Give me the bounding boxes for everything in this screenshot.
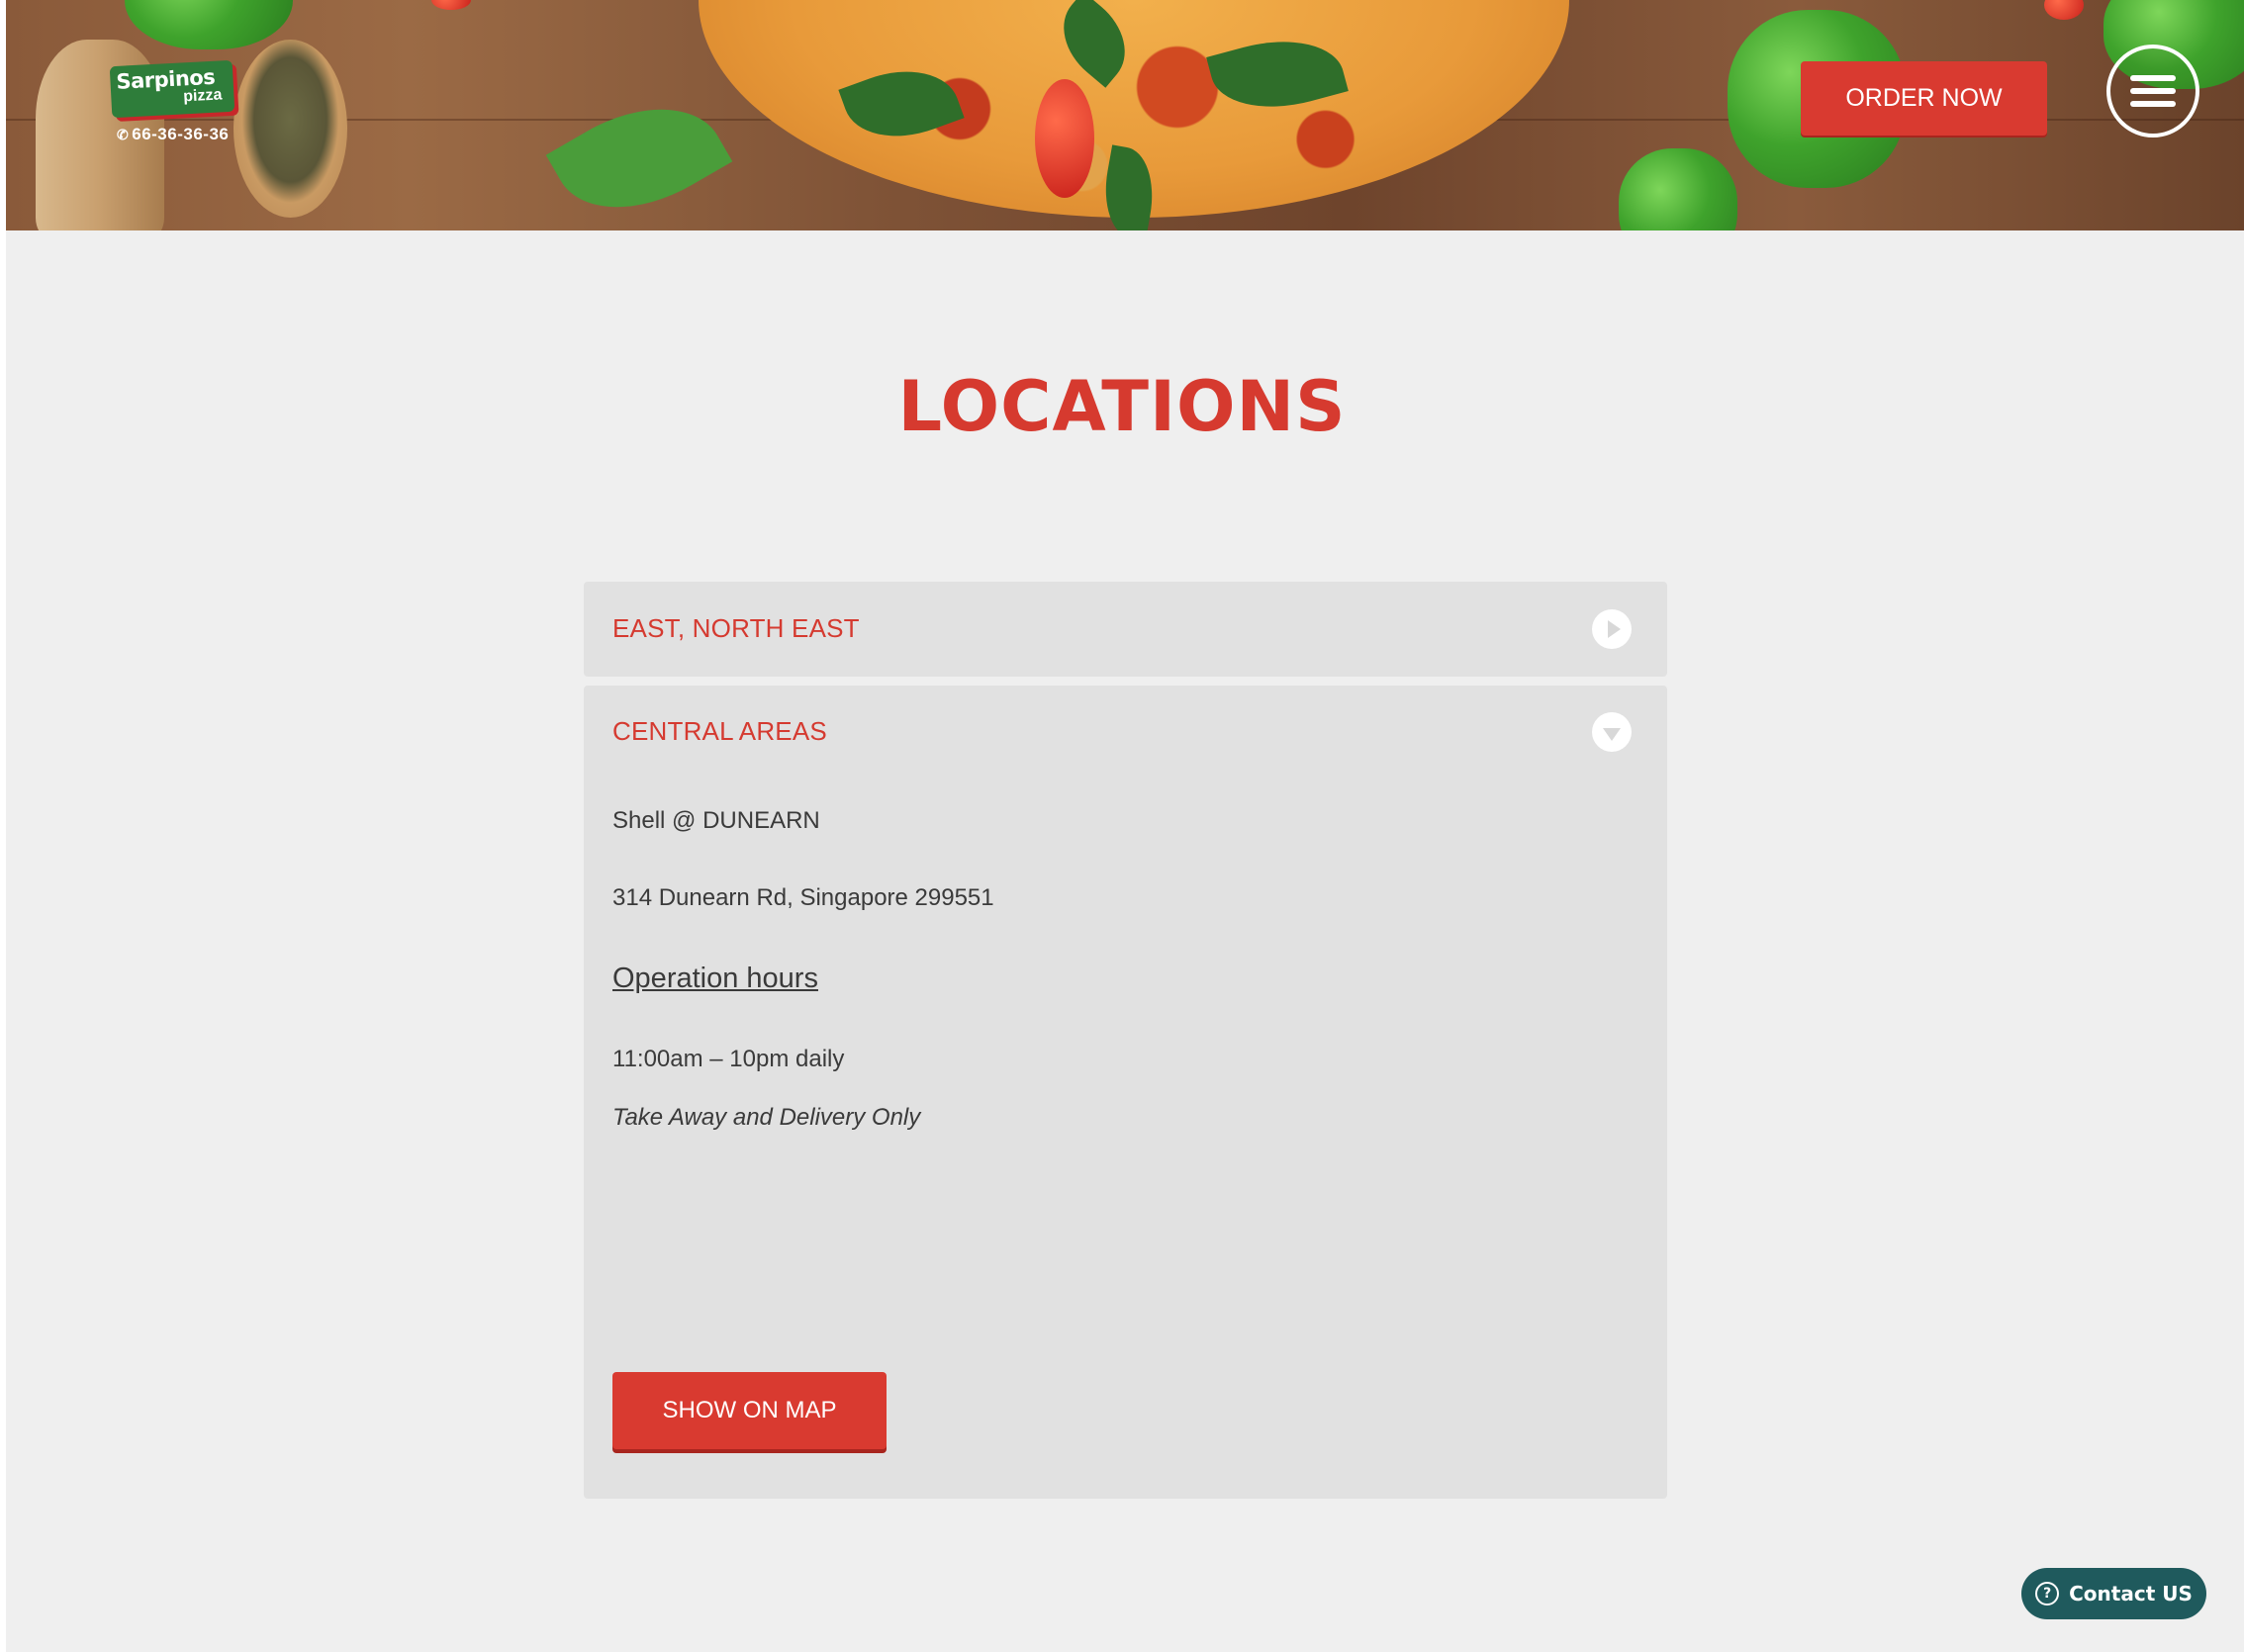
order-now-button[interactable]: ORDER NOW xyxy=(1801,61,2047,136)
green-pepper-image xyxy=(125,0,293,49)
operation-hours-value: 11:00am – 10pm daily xyxy=(612,1046,845,1072)
accordion-item-central-areas: CENTRAL AREAS Shell @ DUNEARN 314 Dunear… xyxy=(584,686,1667,1499)
operation-hours-heading: Operation hours xyxy=(612,963,818,994)
tomato-image xyxy=(431,0,471,10)
accordion-title[interactable]: CENTRAL AREAS xyxy=(612,716,827,747)
hamburger-menu-icon xyxy=(2130,75,2176,107)
spoon-with-herbs-image xyxy=(234,40,347,218)
sarpinos-logo[interactable]: Sarpinos pizza xyxy=(109,59,235,119)
tomato-image xyxy=(2044,0,2084,20)
phone-icon: ✆ xyxy=(117,127,130,142)
accordion-title[interactable]: EAST, NORTH EAST xyxy=(612,613,860,644)
store-address: 314 Dunearn Rd, Singapore 299551 xyxy=(612,884,994,911)
hero-banner: Sarpinos pizza ✆ 66-36-36-36 ORDER NOW xyxy=(6,0,2244,230)
hamburger-menu-button[interactable] xyxy=(2106,45,2199,138)
contact-us-button[interactable]: ? Contact US xyxy=(2021,1568,2206,1619)
green-pepper-image xyxy=(1619,148,1737,230)
basil-leaf-image xyxy=(545,75,733,230)
page-edge xyxy=(0,0,6,1652)
service-note: Take Away and Delivery Only xyxy=(612,1104,921,1131)
play-right-icon[interactable] xyxy=(1592,609,1632,649)
contact-us-label: Contact US xyxy=(2069,1582,2193,1606)
accordion-item-east-north-east[interactable]: EAST, NORTH EAST xyxy=(584,582,1667,677)
phone-text: 66-36-36-36 xyxy=(132,125,230,143)
logo-subtext: pizza xyxy=(182,86,223,106)
page-title: LOCATIONS xyxy=(897,366,1347,447)
store-name: Shell @ DUNEARN xyxy=(612,807,820,834)
help-circle-icon: ? xyxy=(2035,1582,2060,1606)
triangle-down-icon[interactable] xyxy=(1592,712,1632,752)
show-on-map-button[interactable]: SHOW ON MAP xyxy=(612,1372,887,1449)
tomato-slice-image xyxy=(1035,79,1094,198)
phone-number[interactable]: ✆ 66-36-36-36 xyxy=(117,125,229,144)
